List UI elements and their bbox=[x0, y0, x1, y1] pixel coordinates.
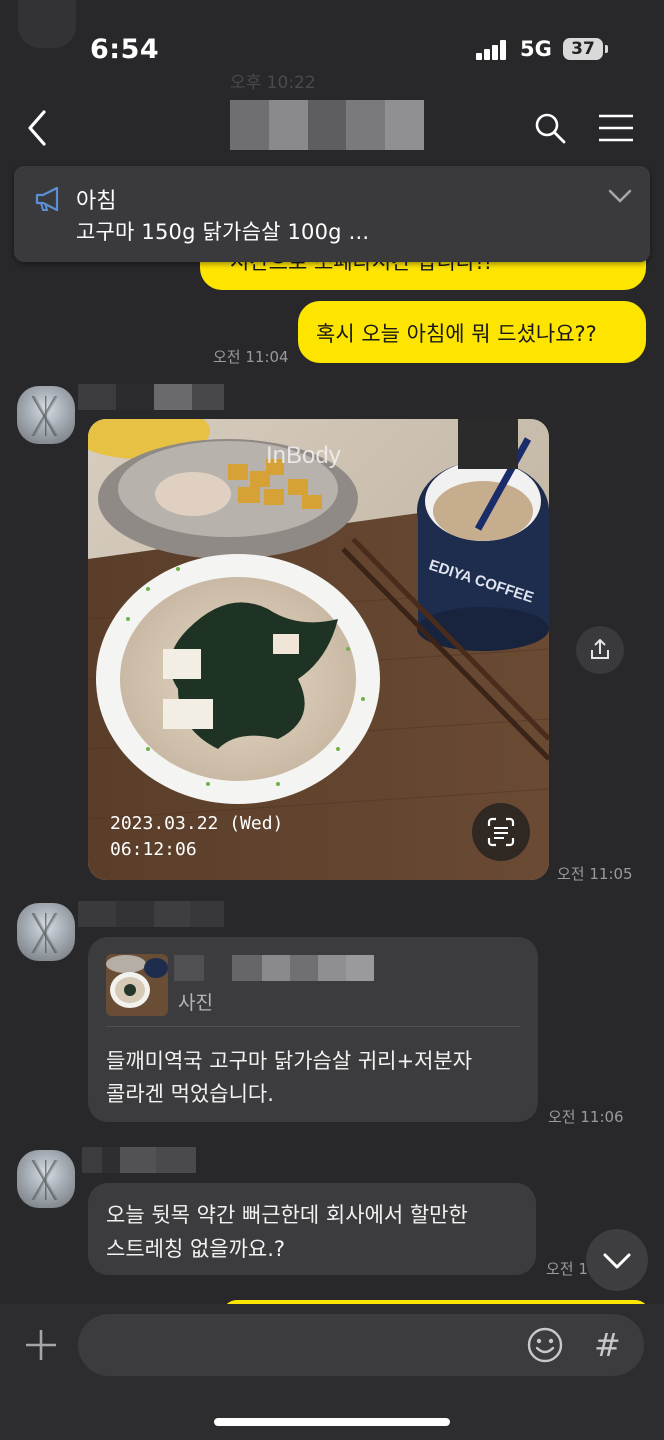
megaphone-icon bbox=[35, 186, 59, 212]
hamburger-icon bbox=[599, 114, 633, 142]
notice-title: 아침 bbox=[76, 189, 117, 214]
back-button[interactable] bbox=[22, 108, 58, 148]
ghost-avatar bbox=[18, 0, 76, 48]
notice-body: 고구마 150g 닭가슴살 100g ... bbox=[76, 220, 370, 244]
battery-icon: 37 bbox=[563, 38, 603, 60]
ghost-timestamp: 오후 10:22 bbox=[230, 73, 316, 93]
battery-tip bbox=[605, 45, 608, 53]
emoji-icon bbox=[527, 1327, 563, 1363]
message-text-line2: 스트레칭 없을까요.? bbox=[106, 1237, 286, 1261]
emoji-button[interactable] bbox=[526, 1326, 564, 1364]
chevron-down-icon bbox=[603, 1253, 631, 1269]
avatar[interactable] bbox=[17, 386, 75, 444]
plus-icon bbox=[26, 1330, 56, 1360]
text-scan-icon bbox=[487, 817, 515, 847]
chevron-left-icon bbox=[28, 110, 46, 146]
chat-title-blurred bbox=[230, 100, 424, 150]
status-time: 6:54 bbox=[90, 34, 160, 65]
reply-author-blurred bbox=[174, 955, 374, 981]
my-message-bubble[interactable]: 혹시 오늘 아침에 뭐 드셨나요?? bbox=[298, 301, 646, 363]
photo-date: 2023.03.22 (Wed) bbox=[110, 813, 283, 834]
message-text-line2: 콜라겐 먹었습니다. bbox=[106, 1082, 274, 1106]
message-time: 오전 11:05 bbox=[557, 865, 633, 883]
photo-watermark: InBody bbox=[266, 442, 341, 469]
share-icon bbox=[591, 638, 609, 659]
photo-clock: 06:12:06 bbox=[110, 839, 197, 860]
sender-name-blurred bbox=[78, 901, 224, 927]
search-button[interactable] bbox=[532, 110, 568, 146]
message-time: 오전 11:04 bbox=[213, 348, 289, 366]
menu-button[interactable] bbox=[598, 114, 634, 142]
text-scan-button[interactable] bbox=[472, 803, 530, 861]
chevron-down-icon[interactable] bbox=[608, 188, 632, 204]
message-text-line1: 들깨미역국 고구마 닭가슴살 귀리+저분자 bbox=[106, 1049, 473, 1073]
message-bubble[interactable]: 오늘 뒷목 약간 뻐근한데 회사에서 할만한 스트레칭 없을까요.? bbox=[88, 1183, 536, 1275]
share-button[interactable] bbox=[576, 626, 624, 674]
message-text-line1: 오늘 뒷목 약간 뻐근한데 회사에서 할만한 bbox=[106, 1203, 468, 1227]
avatar[interactable] bbox=[17, 1150, 75, 1208]
message-time: 오전 11:06 bbox=[548, 1108, 624, 1126]
signal-icon bbox=[476, 40, 508, 60]
reply-divider bbox=[106, 1026, 520, 1027]
pinned-notice[interactable]: 아침 고구마 150g 닭가슴살 100g ... bbox=[14, 166, 650, 262]
network-label: 5G bbox=[520, 37, 552, 61]
home-indicator bbox=[214, 1418, 450, 1426]
sender-name-blurred bbox=[82, 1147, 196, 1173]
scroll-to-bottom-button[interactable] bbox=[586, 1229, 648, 1291]
hash-button[interactable]: # bbox=[594, 1326, 628, 1364]
reply-label: 사진 bbox=[178, 992, 213, 1014]
avatar[interactable] bbox=[17, 903, 75, 961]
attach-button[interactable] bbox=[24, 1328, 58, 1362]
message-text: 혹시 오늘 아침에 뭐 드셨나요?? bbox=[316, 322, 597, 346]
search-icon bbox=[535, 113, 566, 144]
reply-thumbnail[interactable] bbox=[106, 954, 168, 1016]
sender-name-blurred bbox=[78, 384, 224, 410]
